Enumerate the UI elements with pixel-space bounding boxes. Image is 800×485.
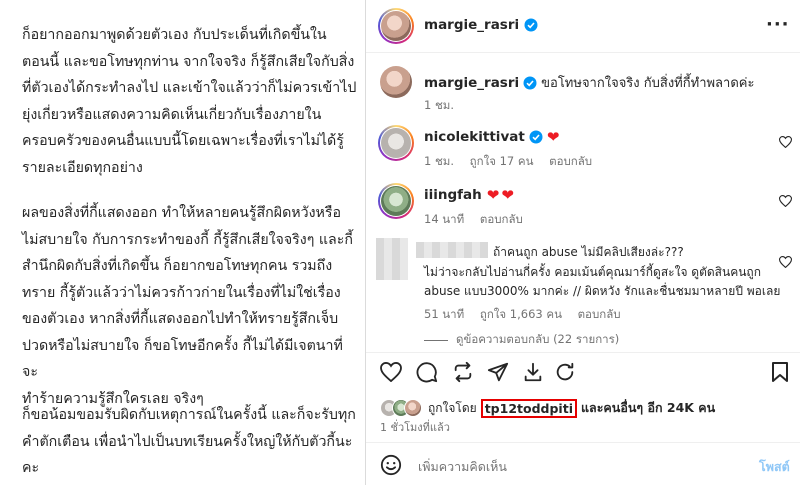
post-panel: margie_rasri ··· margie_rasri ขอโทษจากใจ… bbox=[366, 0, 800, 485]
reply-button[interactable]: ตอบกลับ bbox=[549, 154, 592, 168]
story-ring bbox=[378, 183, 414, 219]
like-comment-heart-icon[interactable] bbox=[779, 136, 792, 148]
blurred-avatar bbox=[376, 238, 408, 280]
caption-pane: ก็อยากออกมาพูดด้วยตัวเอง กับประเด็นที่เก… bbox=[0, 0, 365, 485]
comment-input[interactable] bbox=[416, 455, 720, 477]
comment-time: 51 นาที bbox=[424, 307, 465, 321]
avatar[interactable] bbox=[380, 66, 412, 98]
caption-paragraph-2: ผลของสิ่งที่กี้แสดงออก ทำให้หลายคนรู้สึก… bbox=[22, 205, 353, 407]
verified-badge-icon bbox=[524, 18, 538, 32]
likes-suffix[interactable]: และคนอื่นๆ อีก 24K คน bbox=[581, 398, 715, 418]
highlighted-liker-username[interactable]: tp12toddpiti bbox=[480, 398, 577, 418]
actions-divider bbox=[366, 352, 800, 353]
avatar[interactable] bbox=[381, 186, 411, 216]
caption-time: 1 ชม. bbox=[424, 98, 455, 112]
more-options-icon[interactable]: ··· bbox=[766, 14, 790, 35]
comment-text-line1: ถ้าคนถูก abuse ไม่มีคลิปเสียงล่ะ??? bbox=[493, 245, 684, 259]
post-comment-button[interactable]: โพสต์ bbox=[759, 457, 790, 477]
likes-prefix: ถูกใจโดย bbox=[428, 400, 477, 415]
reply-button[interactable]: ตอบกลับ bbox=[578, 307, 621, 321]
bookmark-icon[interactable] bbox=[771, 361, 789, 383]
replies-line bbox=[424, 339, 448, 341]
repost-icon[interactable] bbox=[452, 361, 474, 383]
comment-username[interactable]: iiingfah bbox=[424, 187, 482, 203]
like-heart-icon[interactable] bbox=[380, 362, 402, 382]
share-icon[interactable] bbox=[487, 361, 509, 383]
comment-text: ❤ bbox=[546, 128, 560, 146]
comment-time: 1 ชม. bbox=[424, 154, 455, 168]
comment-text-line2: ไม่ว่าจะกลับไปอ่านกี่ครั้ง คอมเม้นต์คุณม… bbox=[424, 265, 761, 279]
comment-likes[interactable]: ถูกใจ 17 คน bbox=[470, 154, 534, 168]
comment-likes[interactable]: ถูกใจ 1,663 คน bbox=[480, 307, 562, 321]
avatar[interactable] bbox=[381, 11, 411, 41]
comment-time: 14 นาที bbox=[424, 212, 465, 226]
avatar[interactable] bbox=[381, 128, 411, 158]
like-comment-heart-icon[interactable] bbox=[779, 256, 792, 268]
post-time: 1 ชั่วโมงที่แล้ว bbox=[380, 421, 450, 434]
blurred-username bbox=[416, 242, 488, 258]
header-divider bbox=[366, 52, 800, 53]
liker-avatar bbox=[404, 399, 422, 417]
refresh-icon[interactable] bbox=[554, 361, 576, 383]
story-ring bbox=[378, 8, 414, 44]
reply-button[interactable]: ตอบกลับ bbox=[480, 212, 523, 226]
caption-username[interactable]: margie_rasri bbox=[424, 75, 519, 91]
view-replies-label: ดูข้อความตอบกลับ (22 รายการ) bbox=[456, 332, 620, 346]
story-ring bbox=[378, 125, 414, 161]
view-replies-button[interactable]: ดูข้อความตอบกลับ (22 รายการ) bbox=[424, 331, 619, 349]
download-icon[interactable] bbox=[522, 361, 544, 383]
verified-badge-icon bbox=[523, 76, 537, 89]
emoji-icon[interactable] bbox=[380, 454, 402, 476]
comment-text-line3: abuse แบบ3000% มากค่ะ // ผิดหวัง รักและช… bbox=[424, 284, 781, 298]
comment-text: ❤❤ bbox=[486, 186, 516, 204]
composer-divider bbox=[366, 442, 800, 443]
caption-text: ขอโทษจากใจจริง กับสิ่งที่กี้ทำพลาดค่ะ bbox=[541, 76, 755, 91]
caption-paragraph-3: ก็ขอน้อมขอมรับผิดกับเหตุการณ์ในครั้งนี้ … bbox=[22, 407, 356, 476]
verified-badge-icon bbox=[529, 130, 543, 144]
header-username[interactable]: margie_rasri bbox=[424, 17, 519, 33]
caption-paragraph-1: ก็อยากออกมาพูดด้วยตัวเอง กับประเด็นที่เก… bbox=[22, 27, 357, 176]
like-comment-heart-icon[interactable] bbox=[779, 195, 792, 207]
comment-username[interactable]: nicolekittivat bbox=[424, 129, 525, 145]
comment-icon[interactable] bbox=[416, 361, 438, 383]
